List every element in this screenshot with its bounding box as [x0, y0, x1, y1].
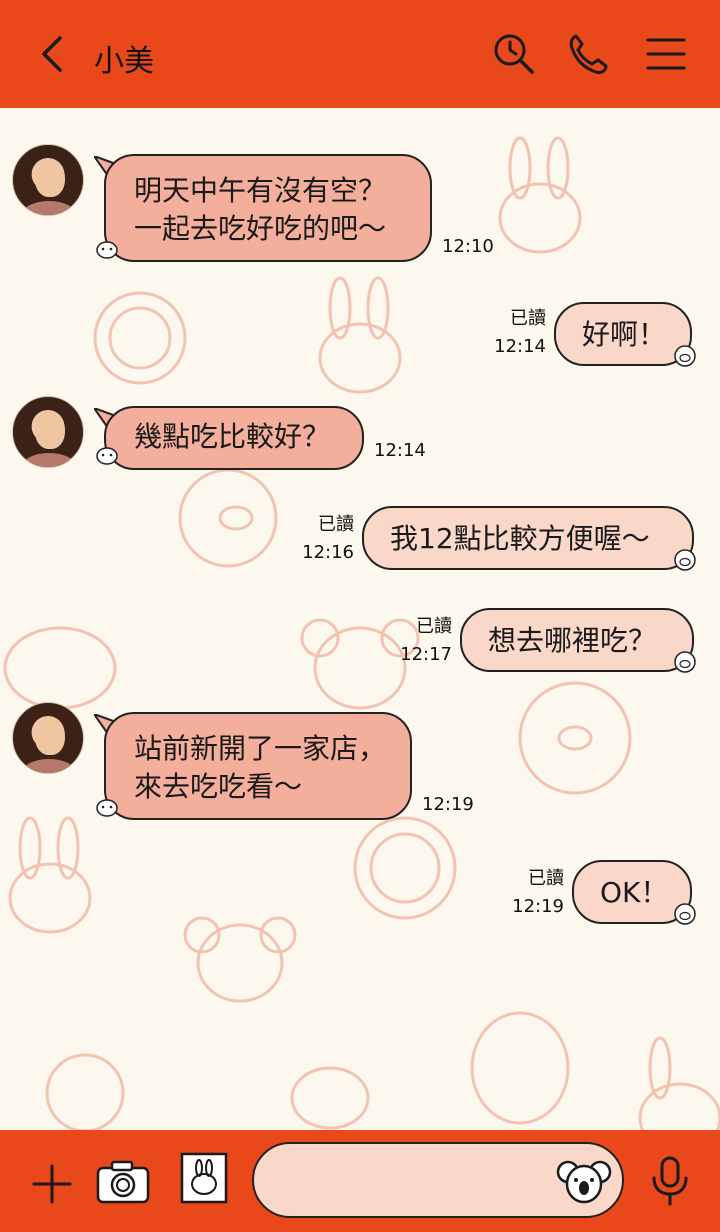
contact-avatar[interactable]: [12, 396, 84, 468]
image-icon[interactable]: [180, 1152, 228, 1204]
message-text: 幾點吃比較好？: [134, 420, 331, 453]
message-time: 12:19: [512, 896, 564, 917]
chat-area[interactable]: 明天中午有沒有空？ 一起去吃好吃的吧～ 12:10 已讀 12:14 好啊！ 幾…: [0, 108, 720, 1130]
message-time: 12:10: [442, 236, 494, 257]
message-time: 12:14: [374, 440, 426, 461]
giraffe-sticker-icon: [96, 799, 118, 817]
menu-icon[interactable]: [642, 30, 690, 78]
pig-sticker-icon: [674, 903, 696, 925]
message-bubble-incoming[interactable]: 站前新開了一家店， 來去吃吃看～: [104, 712, 412, 820]
read-receipt: 已讀: [318, 514, 354, 535]
message-text: 站前新開了一家店， 來去吃吃看～: [134, 732, 387, 803]
message-text: 好啊！: [582, 318, 667, 351]
chevron-left-icon[interactable]: [30, 30, 78, 78]
read-receipt: 已讀: [510, 308, 546, 329]
chat-header: 小美: [0, 0, 720, 108]
message-time: 12:16: [302, 542, 354, 563]
message-time: 12:17: [400, 644, 452, 665]
contact-avatar[interactable]: [12, 144, 84, 216]
contact-avatar[interactable]: [12, 702, 84, 774]
plus-icon[interactable]: [30, 1162, 74, 1206]
message-composer: [0, 1130, 720, 1232]
giraffe-sticker-icon: [96, 447, 118, 465]
message-bubble-incoming[interactable]: 明天中午有沒有空？ 一起去吃好吃的吧～: [104, 154, 432, 262]
phone-icon[interactable]: [564, 30, 612, 78]
pig-sticker-icon: [674, 651, 696, 673]
message-text: 想去哪裡吃？: [488, 624, 657, 657]
koala-sticker-icon[interactable]: [556, 1156, 612, 1206]
message-text: 明天中午有沒有空？ 一起去吃好吃的吧～: [134, 174, 387, 245]
message-text: OK！: [600, 876, 669, 909]
message-text: 我12點比較方便喔～: [390, 522, 650, 555]
message-bubble-outgoing[interactable]: 我12點比較方便喔～: [362, 506, 694, 570]
chat-title: 小美: [94, 44, 154, 79]
pig-sticker-icon: [674, 345, 696, 367]
search-icon[interactable]: [490, 30, 538, 78]
pig-sticker-icon: [674, 549, 696, 571]
giraffe-sticker-icon: [96, 241, 118, 259]
message-time: 12:19: [422, 794, 474, 815]
message-bubble-incoming[interactable]: 幾點吃比較好？: [104, 406, 364, 470]
read-receipt: 已讀: [528, 868, 564, 889]
message-time: 12:14: [494, 336, 546, 357]
microphone-icon[interactable]: [648, 1156, 692, 1206]
camera-icon[interactable]: [96, 1160, 150, 1204]
read-receipt: 已讀: [416, 616, 452, 637]
message-bubble-outgoing[interactable]: 想去哪裡吃？: [460, 608, 694, 672]
